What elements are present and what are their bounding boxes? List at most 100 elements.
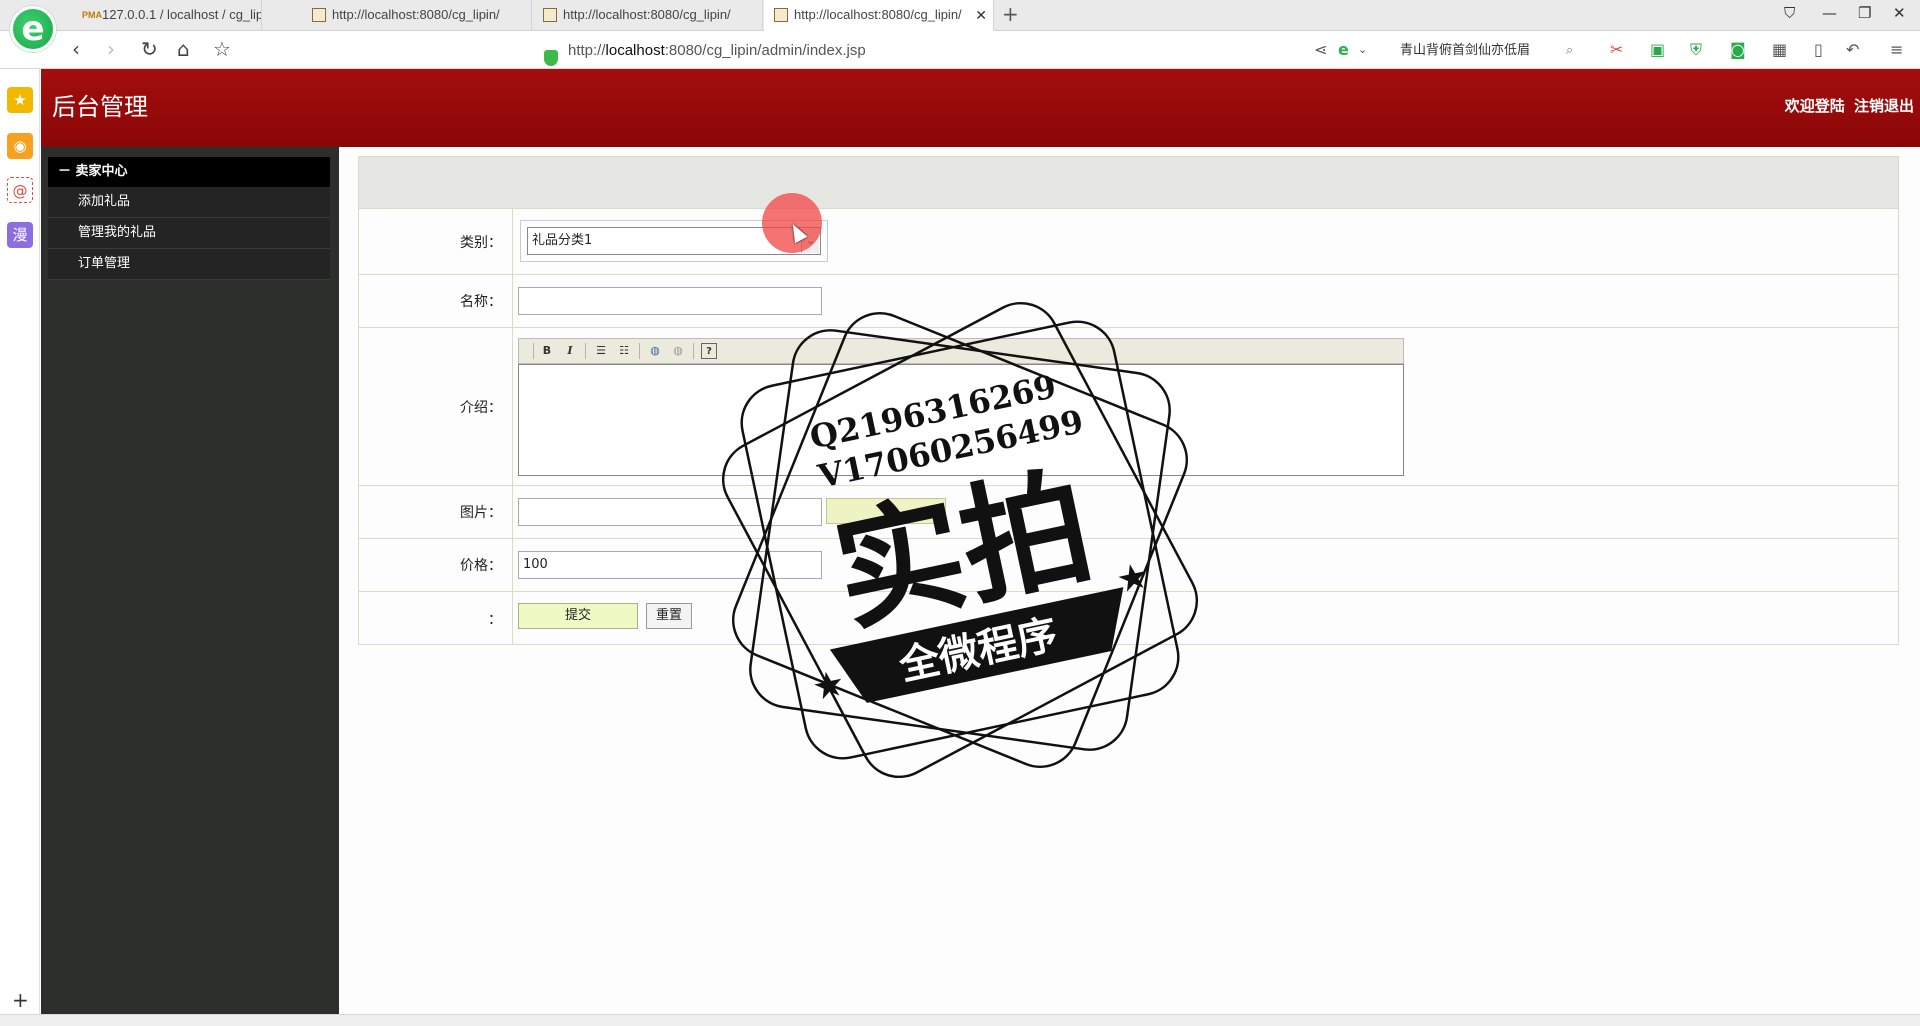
url-prefix: http:// — [568, 42, 606, 59]
restore-icon[interactable]: ❐ — [1858, 4, 1871, 22]
scissors-icon[interactable]: ✂ — [1610, 40, 1623, 60]
weibo-icon[interactable]: ◉ — [7, 133, 33, 159]
intro-label: 介绍 — [359, 328, 513, 485]
reset-button[interactable]: 重置 — [646, 603, 692, 629]
name-row: 名称 — [359, 275, 1898, 328]
forward-icon[interactable]: › — [107, 38, 115, 60]
image-path-input[interactable] — [518, 498, 822, 526]
favorites-star-icon[interactable]: ★ — [7, 87, 33, 113]
new-tab-button[interactable]: + — [1002, 2, 1019, 26]
sidebar-item-manage-gifts[interactable]: 管理我的礼品 — [48, 218, 330, 249]
editor-toolbar: B I ☰ ☷ ◍ ◍ ? — [518, 338, 1404, 364]
shirt-skin-icon[interactable]: ⛉ — [1784, 4, 1795, 22]
sidebar-item-orders[interactable]: 订单管理 — [48, 249, 330, 280]
apps-grid-icon[interactable]: ▦ — [1772, 40, 1787, 60]
admin-page: 后台管理 欢迎登陆 注销退出 － 卖家中心 添加礼品 管理我的礼品 订单管理 类… — [41, 69, 1920, 1014]
help-icon[interactable]: ? — [701, 343, 717, 359]
unordered-list-icon[interactable]: ☷ — [616, 343, 632, 359]
sidebar-item-add-gift[interactable]: 添加礼品 — [48, 187, 330, 218]
close-tab-icon[interactable]: ✕ — [975, 0, 987, 30]
sidebar-item-label: 添加礼品 — [78, 194, 131, 209]
category-label: 类别 — [359, 209, 513, 274]
sidebar-section-label: 卖家中心 — [75, 164, 128, 179]
sidebar-section-seller-center[interactable]: － 卖家中心 — [48, 157, 330, 187]
price-input[interactable]: 100 — [518, 551, 822, 579]
tablet-icon[interactable]: ▯ — [1814, 40, 1823, 60]
bold-icon[interactable]: B — [539, 343, 555, 359]
page-icon — [312, 8, 326, 22]
link-icon[interactable]: ◍ — [647, 343, 663, 359]
browser-nav-bar: ‹ › ↻ ⌂ ☆ http://localhost:8080/cg_lipin… — [0, 31, 1920, 69]
main-content: 类别 礼品分类1 ⌄ 名称 介绍 — [339, 147, 1920, 1014]
italic-icon[interactable]: I — [562, 343, 578, 359]
tab-title: http://localhost:8080/cg_lipin/ — [563, 7, 731, 22]
close-window-icon[interactable]: ✕ — [1893, 4, 1906, 22]
mail-icon[interactable]: @ — [7, 177, 33, 203]
browser-logo-icon[interactable]: e — [10, 6, 56, 52]
phpmyadmin-icon: PMA — [82, 10, 102, 20]
tab-title: 127.0.0.1 / localhost / cg_lipin — [102, 7, 262, 22]
url-path: :8080/cg_lipin/admin/index.jsp — [664, 42, 866, 59]
chevron-down-icon[interactable]: ⌄ — [1358, 40, 1367, 60]
ordered-list-icon[interactable]: ☰ — [593, 343, 609, 359]
reload-icon[interactable]: ↻ — [141, 38, 158, 60]
tab-title: http://localhost:8080/cg_lipin/ — [794, 7, 962, 22]
upload-button[interactable] — [826, 498, 946, 524]
header-links: 欢迎登陆 注销退出 — [1781, 95, 1914, 116]
toolbar-separator — [639, 343, 640, 359]
comic-icon[interactable]: 漫 — [7, 222, 33, 248]
sidebar-item-label: 订单管理 — [78, 256, 131, 271]
ie-mode-icon[interactable]: e — [1338, 40, 1349, 60]
url-host: localhost — [605, 42, 665, 59]
submit-button[interactable]: 提交 — [518, 603, 638, 629]
game-icon[interactable]: ◙ — [1730, 40, 1746, 60]
intro-editor[interactable] — [518, 364, 1404, 476]
share-icon[interactable]: ⋖ — [1314, 40, 1327, 60]
category-selected-value: 礼品分类1 — [532, 233, 593, 248]
browser-tab-2[interactable]: http://localhost:8080/cg_lipin/ — [302, 0, 532, 31]
sidebar: － 卖家中心 添加礼品 管理我的礼品 订单管理 — [41, 147, 339, 1014]
secure-shield-icon — [544, 50, 558, 66]
browser-status-bar — [0, 1014, 1920, 1026]
intro-row: 介绍 B I ☰ ☷ ◍ ◍ ? — [359, 328, 1898, 486]
toolbar-separator — [533, 343, 534, 359]
minimize-icon[interactable]: — — [1822, 4, 1837, 22]
undo-icon[interactable]: ↶ — [1846, 40, 1859, 60]
sidebar-item-label: 管理我的礼品 — [78, 225, 157, 240]
logout-link[interactable]: 注销退出 — [1854, 97, 1914, 115]
toolbar-separator — [585, 343, 586, 359]
toolbar-separator — [693, 343, 694, 359]
actions-row: 提交 重置 — [359, 592, 1898, 645]
search-text: 青山背俯首剑仙亦低眉 — [1400, 43, 1531, 58]
welcome-text: 欢迎登陆 — [1784, 97, 1845, 115]
extension-icon[interactable]: ▣ — [1650, 40, 1665, 60]
back-icon[interactable]: ‹ — [72, 38, 80, 60]
menu-icon[interactable]: ≡ — [1890, 40, 1903, 60]
browser-tab-bar: PMA 127.0.0.1 / localhost / cg_lipin htt… — [0, 0, 1920, 31]
page-icon — [774, 8, 788, 22]
price-label: 价格 — [359, 539, 513, 591]
image-row: 图片 — [359, 486, 1898, 539]
collapse-icon: － — [58, 164, 72, 179]
category-row: 类别 礼品分类1 ⌄ — [359, 209, 1898, 275]
price-row: 价格 100 — [359, 539, 1898, 592]
image-label: 图片 — [359, 486, 513, 538]
search-icon[interactable]: ⌕ — [1566, 39, 1573, 63]
add-gift-form: 类别 礼品分类1 ⌄ 名称 介绍 — [358, 156, 1899, 645]
name-label: 名称 — [359, 275, 513, 327]
page-header: 后台管理 欢迎登陆 注销退出 — [41, 69, 1920, 147]
unlink-icon[interactable]: ◍ — [670, 343, 686, 359]
tab-title: http://localhost:8080/cg_lipin/ — [332, 7, 500, 22]
name-input[interactable] — [518, 287, 822, 315]
address-bar[interactable]: http://localhost:8080/cg_lipin/admin/ind… — [268, 39, 1303, 66]
browser-tab-phpmyadmin[interactable]: PMA 127.0.0.1 / localhost / cg_lipin — [72, 0, 262, 31]
form-header-bar — [359, 157, 1898, 209]
home-icon[interactable]: ⌂ — [177, 38, 190, 60]
bookmark-star-icon[interactable]: ☆ — [213, 38, 231, 60]
browser-tab-active[interactable]: http://localhost:8080/cg_lipin/ ✕ — [764, 0, 994, 31]
shield-icon[interactable]: ⛨ — [1690, 40, 1702, 60]
search-input[interactable]: 青山背俯首剑仙亦低眉 ⌕ — [1392, 39, 1582, 63]
browser-side-rail: ★ ◉ @ 漫 + — [0, 69, 40, 1014]
add-sidebar-icon[interactable]: + — [12, 988, 29, 1012]
browser-tab-3[interactable]: http://localhost:8080/cg_lipin/ — [533, 0, 763, 31]
